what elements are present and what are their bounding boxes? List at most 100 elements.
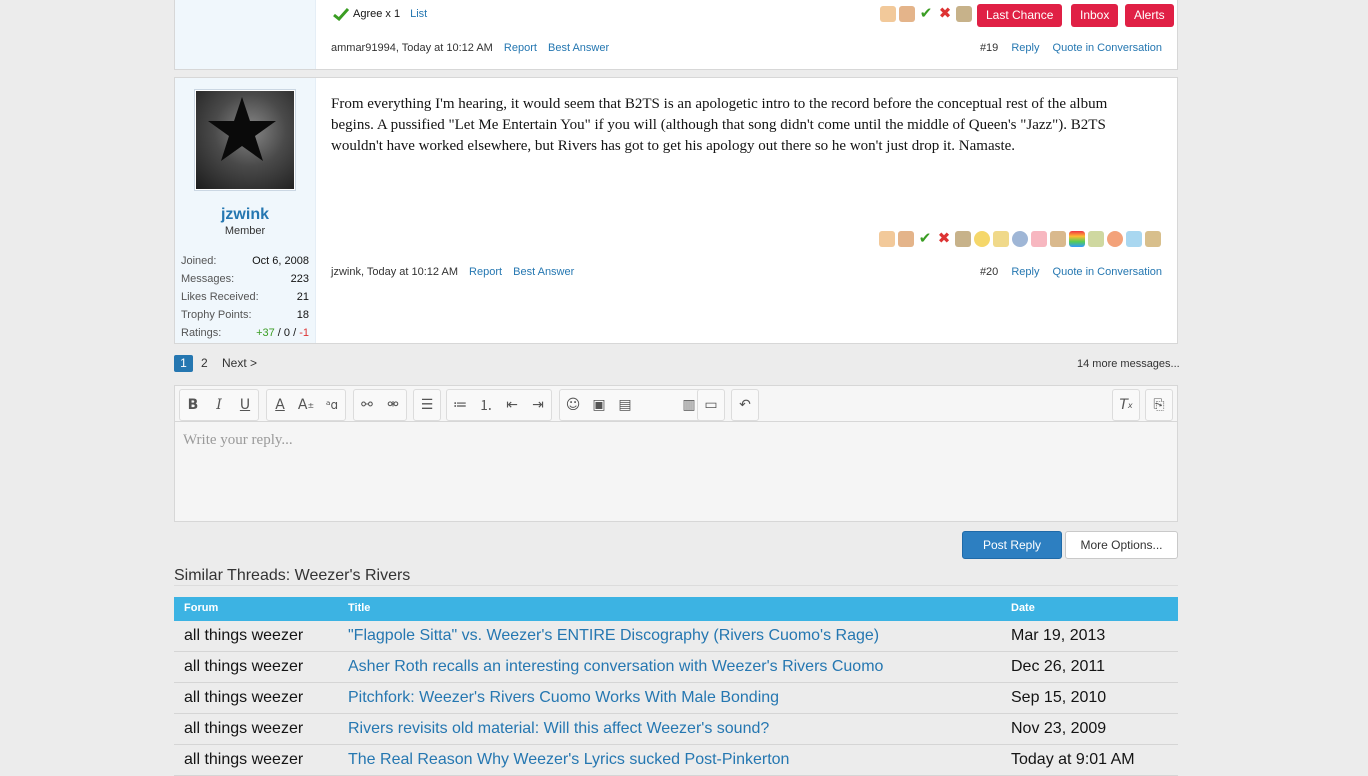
page-1-button[interactable]: 1 bbox=[174, 355, 193, 372]
agree-icon[interactable]: ✔ bbox=[917, 231, 933, 247]
star-rating-icon[interactable] bbox=[993, 231, 1009, 247]
table-row: all things weezer Asher Roth recalls an … bbox=[174, 652, 1178, 683]
message-body: From everything I'm hearing, it would se… bbox=[331, 96, 1108, 154]
col-title: Title bbox=[348, 602, 371, 614]
row-date: Nov 23, 2009 bbox=[1011, 720, 1107, 737]
row-title-link[interactable]: Asher Roth recalls an interesting conver… bbox=[348, 652, 883, 682]
report-link[interactable]: Report bbox=[504, 42, 537, 54]
user-stats: Joined: Oct 6, 2008 Messages: 223 Likes Re… bbox=[181, 252, 309, 342]
clear-group: Tx bbox=[1112, 389, 1140, 421]
alerts-button[interactable]: Alerts bbox=[1125, 4, 1174, 27]
winner-icon[interactable] bbox=[956, 6, 972, 22]
disagree-icon[interactable]: ✖ bbox=[937, 6, 953, 22]
row-date: Dec 26, 2011 bbox=[1011, 658, 1105, 675]
image-icon[interactable]: ▣ bbox=[586, 391, 612, 419]
row-title-link[interactable]: The Real Reason Why Weezer's Lyrics suck… bbox=[348, 745, 789, 775]
link-icon[interactable]: ⚯ bbox=[354, 391, 380, 419]
rainbow-icon[interactable] bbox=[1069, 231, 1085, 247]
checkmark-icon bbox=[333, 7, 349, 21]
post-reply-button[interactable]: Post Reply bbox=[962, 531, 1062, 559]
avatar[interactable] bbox=[194, 89, 296, 191]
row-title-link[interactable]: "Flagpole Sitta" vs. Weezer's ENTIRE Dis… bbox=[348, 621, 879, 651]
reply-link[interactable]: Reply bbox=[1011, 266, 1039, 278]
row-title-link[interactable]: Rivers revisits old material: Will this … bbox=[348, 714, 769, 744]
unlink-icon[interactable]: ⚮ bbox=[380, 391, 406, 419]
username[interactable]: jzwink bbox=[175, 206, 315, 224]
reply-link[interactable]: Reply bbox=[1011, 42, 1039, 54]
dislike-icon[interactable] bbox=[899, 6, 915, 22]
next-page-link[interactable]: Next > bbox=[222, 355, 257, 372]
page-2-link[interactable]: 2 bbox=[201, 355, 208, 372]
inbox-button[interactable]: Inbox bbox=[1071, 4, 1119, 27]
agree-icon[interactable]: ✔ bbox=[918, 6, 934, 22]
best-answer-link[interactable]: Best Answer bbox=[513, 266, 574, 278]
text-color-button[interactable]: A bbox=[267, 391, 293, 419]
clock-icon[interactable] bbox=[1107, 231, 1123, 247]
agree-count: Agree x 1 bbox=[353, 8, 401, 20]
draft-group: ▭ bbox=[697, 389, 725, 421]
quote-link[interactable]: Quote in Conversation bbox=[1053, 42, 1162, 54]
avatar-image bbox=[196, 91, 294, 189]
heading-rule bbox=[174, 585, 1178, 586]
wrench-icon[interactable] bbox=[1050, 231, 1066, 247]
post-number[interactable]: #20 bbox=[980, 266, 998, 278]
row-forum: all things weezer bbox=[184, 689, 304, 706]
align-group: ☰ bbox=[413, 389, 441, 421]
smilie-icon[interactable]: ☺ bbox=[560, 391, 586, 419]
more-messages-link[interactable]: 14 more messages... bbox=[1077, 358, 1180, 370]
indent-icon[interactable]: ⇥ bbox=[525, 391, 551, 419]
informative-icon[interactable] bbox=[1012, 231, 1028, 247]
diamond-icon[interactable] bbox=[1126, 231, 1142, 247]
disagree-icon[interactable]: ✖ bbox=[936, 231, 952, 247]
undo-icon[interactable]: ↶ bbox=[732, 391, 758, 419]
best-answer-link[interactable]: Best Answer bbox=[548, 42, 609, 54]
row-title-link[interactable]: Pitchfork: Weezer's Rivers Cuomo Works W… bbox=[348, 683, 779, 713]
last-chance-button[interactable]: Last Chance bbox=[977, 4, 1063, 27]
toggle-bbcode-icon[interactable]: ⎘ bbox=[1146, 391, 1172, 419]
stat-messages: Messages: 223 bbox=[181, 273, 309, 285]
quote-link[interactable]: Quote in Conversation bbox=[1053, 266, 1162, 278]
pencil-icon[interactable] bbox=[1088, 231, 1104, 247]
more-options-button[interactable]: More Options... bbox=[1065, 531, 1178, 559]
row-forum: all things weezer bbox=[184, 658, 304, 675]
stat-likes: Likes Received: 21 bbox=[181, 291, 309, 303]
col-forum: Forum bbox=[184, 602, 219, 614]
dislike-icon[interactable] bbox=[898, 231, 914, 247]
bullet-list-icon[interactable]: ≔ bbox=[447, 391, 473, 419]
undo-group: ↶ bbox=[731, 389, 759, 421]
link-group: ⚯ ⚮ bbox=[353, 389, 407, 421]
winner-icon[interactable] bbox=[955, 231, 971, 247]
reply-editor[interactable]: Write your reply... bbox=[174, 421, 1178, 522]
outdent-icon[interactable]: ⇤ bbox=[499, 391, 525, 419]
row-date: Mar 19, 2013 bbox=[1011, 627, 1106, 644]
post-sidebar: jzwink Member Joined: Oct 6, 2008 Message… bbox=[175, 78, 316, 343]
like-icon[interactable] bbox=[880, 6, 896, 22]
post-author-date: jzwink, Today at 10:12 AM bbox=[331, 266, 458, 278]
remove-format-icon[interactable]: Tx bbox=[1113, 391, 1139, 419]
funny-icon[interactable] bbox=[974, 231, 990, 247]
italic-button[interactable]: I bbox=[206, 391, 232, 419]
underline-button[interactable]: U bbox=[232, 391, 258, 419]
table-row: all things weezer "Flagpole Sitta" vs. W… bbox=[174, 621, 1178, 652]
col-date: Date bbox=[1011, 602, 1035, 614]
font-size-button[interactable]: A ± bbox=[293, 391, 319, 419]
box-icon[interactable] bbox=[1145, 231, 1161, 247]
bold-button[interactable]: B bbox=[180, 391, 206, 419]
editor-toolbar: B I U A A ± ᵃɑ ⚯ ⚮ ☰ ≔ ⒈ ⇤ ⇥ ☺ ▣ ▤ ▥ ▭ ↶ … bbox=[174, 385, 1178, 422]
table-header: Forum Title Date bbox=[174, 597, 1178, 621]
media-icon[interactable]: ▤ bbox=[612, 391, 638, 419]
ratings-values[interactable]: +37 / 0 / -1 bbox=[256, 324, 309, 342]
save-draft-icon[interactable]: ▭ bbox=[698, 391, 724, 419]
report-link[interactable]: Report bbox=[469, 266, 502, 278]
post-number[interactable]: #19 bbox=[980, 42, 998, 54]
table-row: all things weezer Pitchfork: Weezer's Ri… bbox=[174, 683, 1178, 714]
align-left-icon[interactable]: ☰ bbox=[414, 391, 440, 419]
like-icon[interactable] bbox=[879, 231, 895, 247]
heart-icon[interactable] bbox=[1031, 231, 1047, 247]
row-forum: all things weezer bbox=[184, 720, 304, 737]
font-family-button[interactable]: ᵃɑ bbox=[319, 391, 345, 419]
insert-group: ☺ ▣ ▤ ▥ bbox=[559, 389, 703, 421]
ratings-list-link[interactable]: List bbox=[410, 8, 427, 20]
editor-placeholder: Write your reply... bbox=[183, 432, 293, 448]
numbered-list-icon[interactable]: ⒈ bbox=[473, 391, 499, 419]
